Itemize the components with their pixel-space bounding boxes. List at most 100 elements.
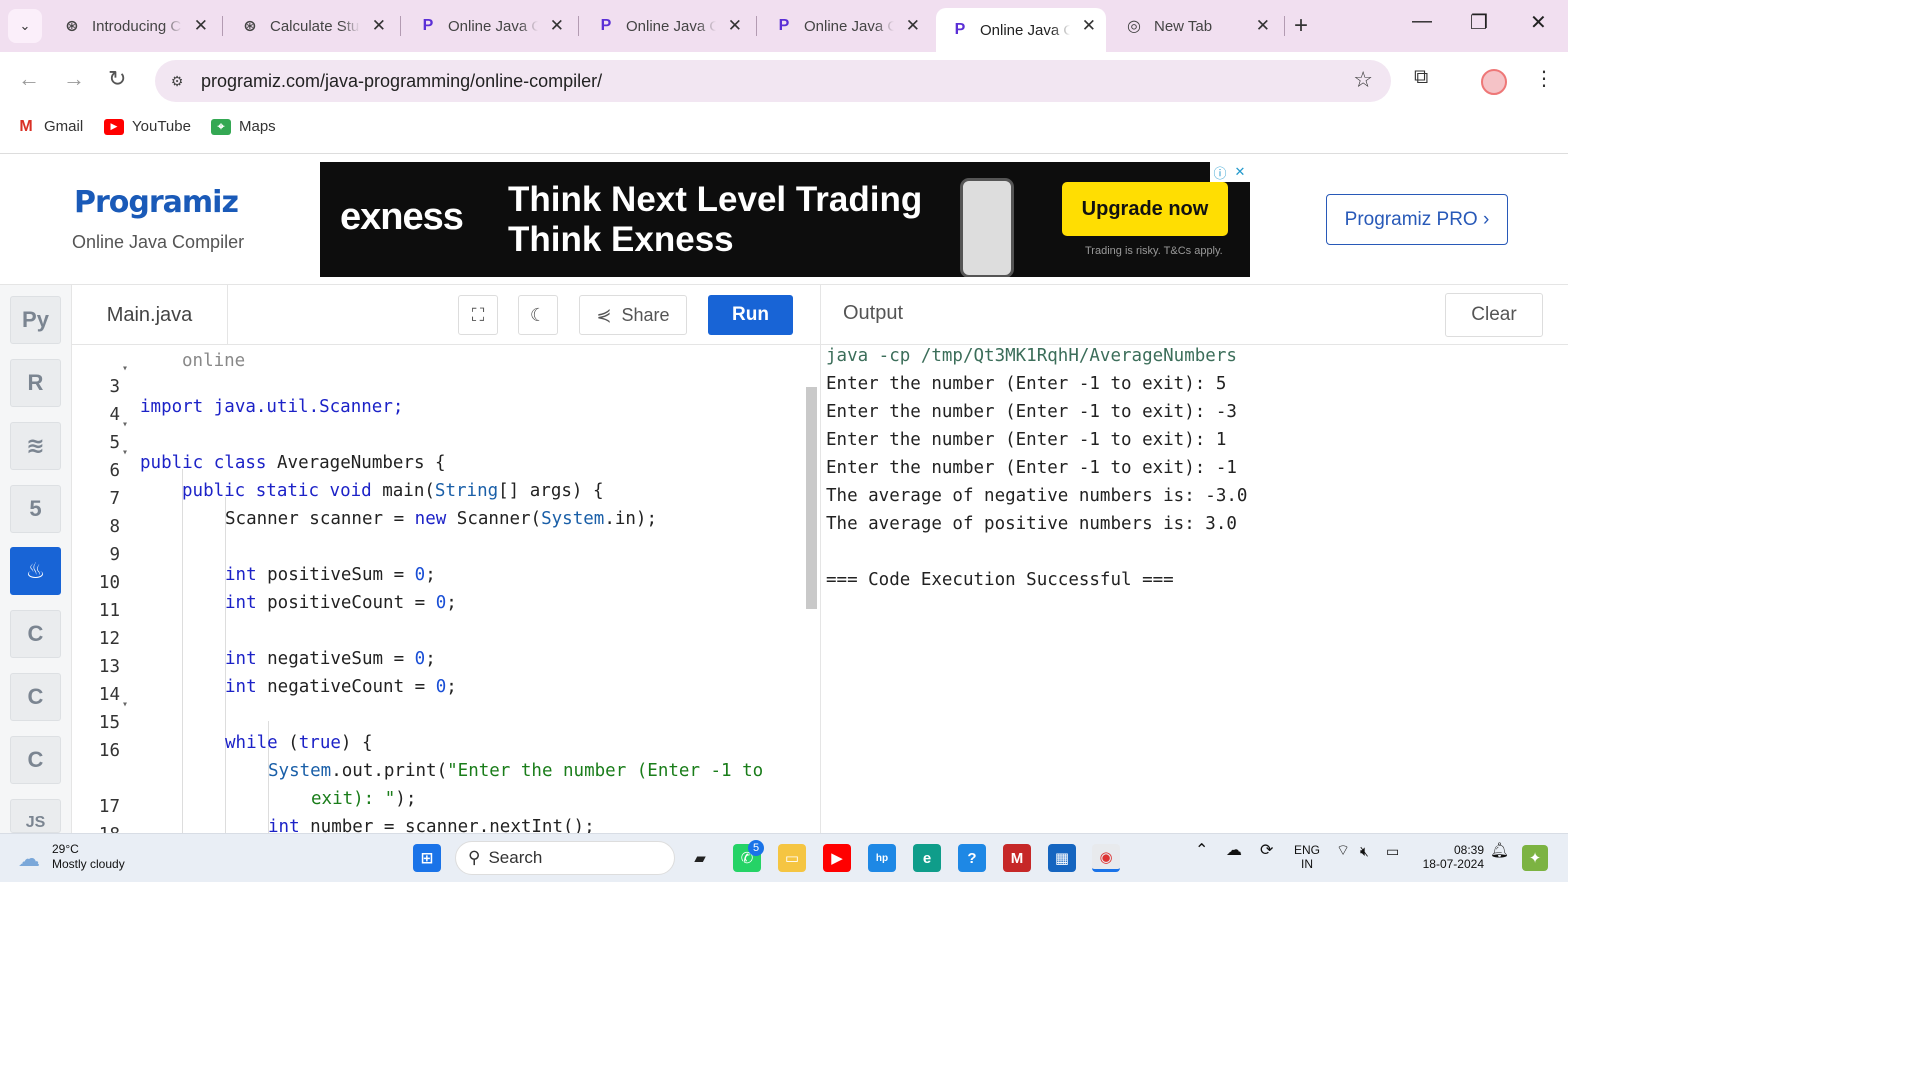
cpp-icon[interactable]: C [10, 673, 61, 721]
html5-icon[interactable]: 5 [10, 485, 61, 533]
mcafee-icon[interactable]: M [1003, 844, 1031, 872]
sync-icon[interactable]: ⟳ [1260, 843, 1273, 859]
tab-title: Calculate Student [270, 17, 360, 35]
chevron-up-icon[interactable]: ⌃ [1195, 843, 1208, 859]
tab-separator [400, 16, 401, 36]
code-line: 6 ▾ public static void main(String[] args… [72, 441, 807, 501]
fold-arrow-icon[interactable]: ▾ [122, 699, 128, 710]
tab-java-active[interactable]: P Online Java Compiler ✕ [936, 8, 1106, 52]
taskbar-search[interactable]: ⚲ Search [455, 841, 675, 875]
editor-scrollbar[interactable] [806, 345, 820, 833]
close-icon[interactable]: ✕ [1082, 16, 1096, 36]
myhp-icon[interactable]: hp [868, 844, 896, 872]
notifications-icon[interactable]: 🔔︎ [1490, 843, 1509, 858]
url-text[interactable]: programiz.com/java-programming/online-co… [201, 71, 602, 92]
dark-mode-icon[interactable]: ☾ [518, 295, 558, 335]
js-icon[interactable]: JS [10, 799, 61, 833]
task-view-icon[interactable]: ▰ [686, 844, 714, 872]
code-editor[interactable]: online 3 ▾ import java.util.Scanner; 4 5 ▾… [72, 345, 807, 833]
minimize-button[interactable]: — [1412, 10, 1432, 33]
bookmark-gmail[interactable]: M Gmail [16, 117, 83, 136]
code-line: 13 int negativeCount = 0; [72, 637, 807, 697]
copilot-icon[interactable]: ✦ [1522, 845, 1548, 871]
edge-icon[interactable]: e [913, 844, 941, 872]
bookmark-star-icon[interactable]: ☆ [1353, 67, 1373, 93]
youtube-icon[interactable]: ▶ [823, 844, 851, 872]
tab-chatgpt[interactable]: ⊛ Introducing ChatGPT ✕ [48, 8, 218, 44]
csharp-icon[interactable]: C [10, 736, 61, 784]
language-indicator[interactable]: ENG IN [1294, 843, 1320, 871]
store-icon[interactable]: ▦ [1048, 844, 1076, 872]
run-button[interactable]: Run [708, 295, 793, 335]
close-icon[interactable]: ✕ [1256, 16, 1270, 36]
window-close-button[interactable]: ✕ [1530, 10, 1547, 35]
back-button[interactable]: ← [18, 66, 40, 92]
code-line: 18 [72, 805, 807, 833]
wifi-icon[interactable]: ⌔ [1336, 843, 1350, 858]
clear-button[interactable]: Clear [1445, 293, 1543, 337]
ad-choices[interactable]: ⓘ ✕ [1210, 162, 1250, 182]
r-icon[interactable]: R [10, 359, 61, 407]
close-icon[interactable]: ✕ [550, 16, 564, 36]
site-settings-icon[interactable]: ⚙ [165, 69, 189, 93]
close-icon[interactable]: ✕ [194, 16, 208, 36]
tab-java-1[interactable]: P Online Java Compiler ✕ [404, 8, 574, 44]
code-line: 9 int positiveSum = 0; [72, 525, 807, 585]
clock[interactable]: 08:39 18-07-2024 [1418, 843, 1484, 871]
output-console[interactable]: java -cp /tmp/Qt3MK1RqhH/AverageNumbers … [820, 345, 1568, 833]
fullscreen-icon[interactable]: ⛶ [458, 295, 498, 335]
tab-search-button[interactable]: ⌄ [8, 9, 42, 43]
share-button[interactable]: ⋞ Share [579, 295, 687, 335]
ad-banner[interactable]: exness Think Next Level Trading Think Ex… [320, 162, 1250, 277]
forward-button[interactable]: → [63, 66, 85, 92]
fold-arrow-icon[interactable]: ▾ [122, 447, 128, 458]
menu-kebab-icon[interactable]: ⋮ [1534, 66, 1554, 91]
fold-arrow-icon[interactable]: ▾ [122, 363, 128, 374]
tab-separator [222, 16, 223, 36]
ad-cta-button[interactable]: Upgrade now [1062, 182, 1228, 236]
file-explorer-icon[interactable]: ▭ [778, 844, 806, 872]
close-icon[interactable]: ✕ [906, 16, 920, 36]
tab-java-2[interactable]: P Online Java Compiler ✕ [582, 8, 752, 44]
fold-arrow-icon[interactable]: ▾ [122, 419, 128, 430]
reload-button[interactable]: ↻ [108, 66, 126, 92]
ad-headline-line1: Think Next Level Trading [508, 180, 923, 219]
tab-calculate[interactable]: ⊛ Calculate Student ✕ [226, 8, 396, 44]
scrollbar-thumb[interactable] [806, 387, 817, 609]
close-icon[interactable]: ✕ [1230, 162, 1250, 182]
battery-icon[interactable]: ▭ [1386, 844, 1399, 858]
programiz-pro-button[interactable]: Programiz PRO › [1326, 194, 1508, 245]
onedrive-icon[interactable]: ☁ [1226, 843, 1242, 859]
tab-new-tab[interactable]: ◎ New Tab ✕ [1110, 8, 1280, 44]
output-line: The average of positive numbers is: 3.0 [826, 514, 1237, 534]
programiz-logo[interactable]: Programiz [74, 185, 239, 220]
region-code: IN [1301, 857, 1313, 871]
tab-title: New Tab [1154, 17, 1213, 35]
new-tab-button[interactable]: + [1294, 12, 1308, 40]
close-icon[interactable]: ✕ [372, 16, 386, 36]
close-icon[interactable]: ✕ [728, 16, 742, 36]
info-icon[interactable]: ⓘ [1210, 162, 1230, 182]
volume-muted-icon[interactable]: 🔇︎ [1360, 844, 1369, 858]
chrome-icon[interactable]: ◉ [1092, 844, 1120, 872]
profile-avatar[interactable] [1481, 69, 1507, 95]
help-icon[interactable]: ? [958, 844, 986, 872]
tab-java-3[interactable]: P Online Java Compiler ✕ [760, 8, 930, 44]
restore-button[interactable]: ❐ [1470, 10, 1488, 35]
output-line: Enter the number (Enter -1 to exit): 1 [826, 430, 1227, 450]
code-line: 10 int positiveCount = 0; [72, 553, 807, 613]
weather-widget[interactable]: 29°C Mostly cloudy [52, 842, 125, 872]
c-icon[interactable]: C [10, 610, 61, 658]
java-icon[interactable]: ♨ [10, 547, 61, 595]
weather-icon[interactable]: ☁ [18, 846, 40, 872]
bookmark-maps[interactable]: ⌖ Maps [211, 118, 276, 135]
bookmark-youtube[interactable]: ▶ YouTube [104, 118, 191, 135]
gmail-icon: M [19, 117, 33, 135]
python-icon[interactable]: Py [10, 296, 61, 344]
sql-icon[interactable]: ≋ [10, 422, 61, 470]
address-bar[interactable]: ⚙ programiz.com/java-programming/online-… [155, 60, 1391, 102]
file-tab[interactable]: Main.java [72, 285, 228, 345]
windows-start-icon[interactable]: ⊞ [413, 844, 441, 872]
extensions-icon[interactable]: ⧉ [1414, 66, 1428, 89]
notification-badge: 5 [748, 840, 764, 856]
